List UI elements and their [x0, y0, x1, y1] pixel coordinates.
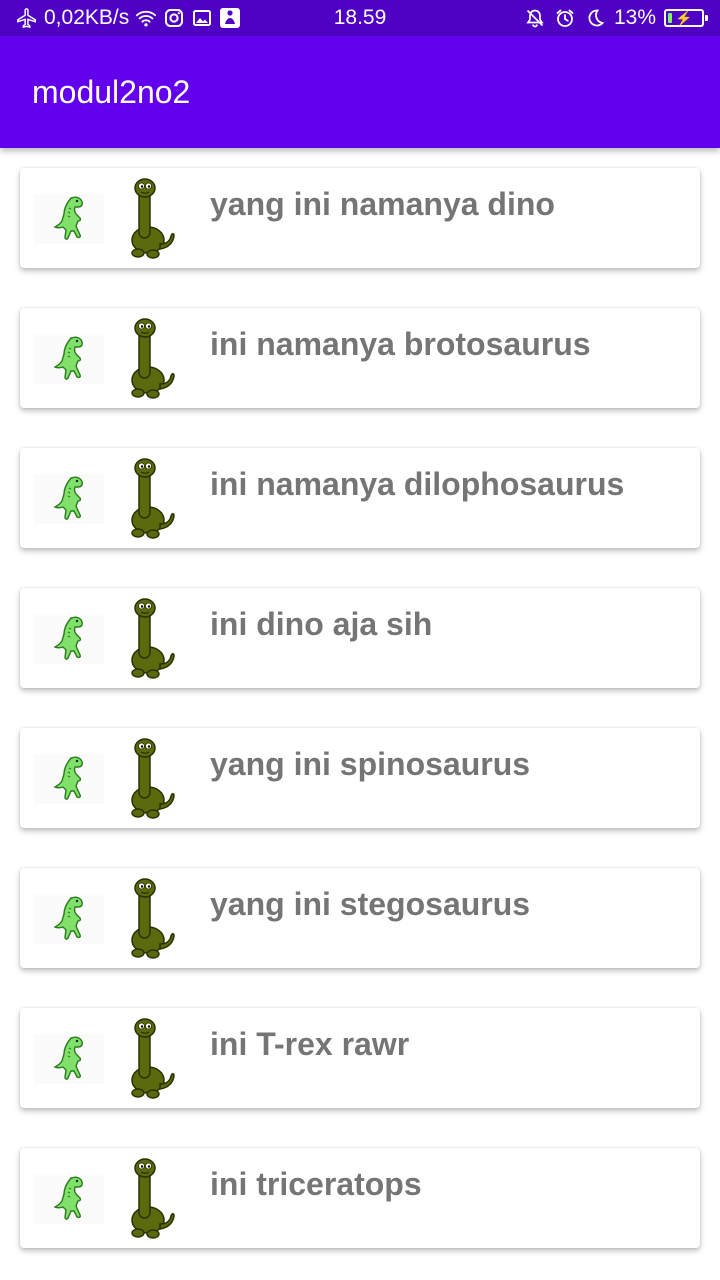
list-item[interactable]: ini namanya dilophosaurus [20, 448, 700, 548]
battery-icon: ⚡ [664, 9, 708, 27]
list-item[interactable]: ini dino aja sih [20, 588, 700, 688]
battery-percent: 13% [613, 6, 656, 29]
moon-icon [584, 7, 606, 29]
list-item-label: ini dino aja sih [210, 606, 433, 642]
dino-thumbnail-large [118, 736, 178, 820]
dino-thumbnail-large [118, 316, 178, 400]
dino-thumbnail-large [118, 876, 178, 960]
app-title: modul2no2 [32, 74, 191, 110]
dino-thumbnail-small [34, 474, 104, 524]
status-bar-right: 13% ⚡ [524, 0, 708, 36]
alarm-icon [554, 7, 576, 29]
list-item-label: yang ini namanya dino [210, 186, 555, 222]
dino-thumbnail-large [118, 1156, 178, 1240]
dino-list[interactable]: yang ini namanya dino ini namanya brotos… [0, 148, 720, 1280]
instagram-icon [163, 7, 185, 29]
list-item-label: ini namanya brotosaurus [210, 326, 591, 362]
dino-thumbnail-large [118, 1016, 178, 1100]
charging-icon: ⚡ [675, 10, 693, 26]
airplane-icon [16, 7, 38, 29]
gallery-icon [191, 7, 213, 29]
status-bar: 0,02KB/s 18.59 13% ⚡ [0, 0, 720, 36]
dino-thumbnail-large [118, 456, 178, 540]
list-item[interactable]: yang ini stegosaurus [20, 868, 700, 968]
mute-icon [524, 7, 546, 29]
list-item-label: ini T-rex rawr [210, 1026, 410, 1062]
list-item[interactable]: ini T-rex rawr [20, 1008, 700, 1108]
list-item-label: ini triceratops [210, 1166, 422, 1202]
dino-thumbnail-small [34, 894, 104, 944]
list-item[interactable]: ini triceratops [20, 1148, 700, 1248]
app-bar: modul2no2 [0, 36, 720, 148]
status-bar-left: 0,02KB/s [16, 0, 241, 36]
list-item-label: yang ini spinosaurus [210, 746, 531, 782]
list-item[interactable]: yang ini namanya dino [20, 168, 700, 268]
dino-thumbnail-large [118, 176, 178, 260]
list-item-label: ini namanya dilophosaurus [210, 466, 625, 502]
dino-thumbnail-small [34, 614, 104, 664]
list-item[interactable]: yang ini spinosaurus [20, 728, 700, 828]
dino-thumbnail-small [34, 194, 104, 244]
dino-thumbnail-small [34, 1174, 104, 1224]
dino-thumbnail-small [34, 334, 104, 384]
wifi-icon [135, 7, 157, 29]
app-notification-icon [219, 7, 241, 29]
dino-thumbnail-large [118, 596, 178, 680]
list-item-label: yang ini stegosaurus [210, 886, 531, 922]
list-item[interactable]: ini namanya brotosaurus [20, 308, 700, 408]
network-speed: 0,02KB/s [44, 6, 130, 29]
dino-thumbnail-small [34, 754, 104, 804]
dino-thumbnail-small [34, 1034, 104, 1084]
